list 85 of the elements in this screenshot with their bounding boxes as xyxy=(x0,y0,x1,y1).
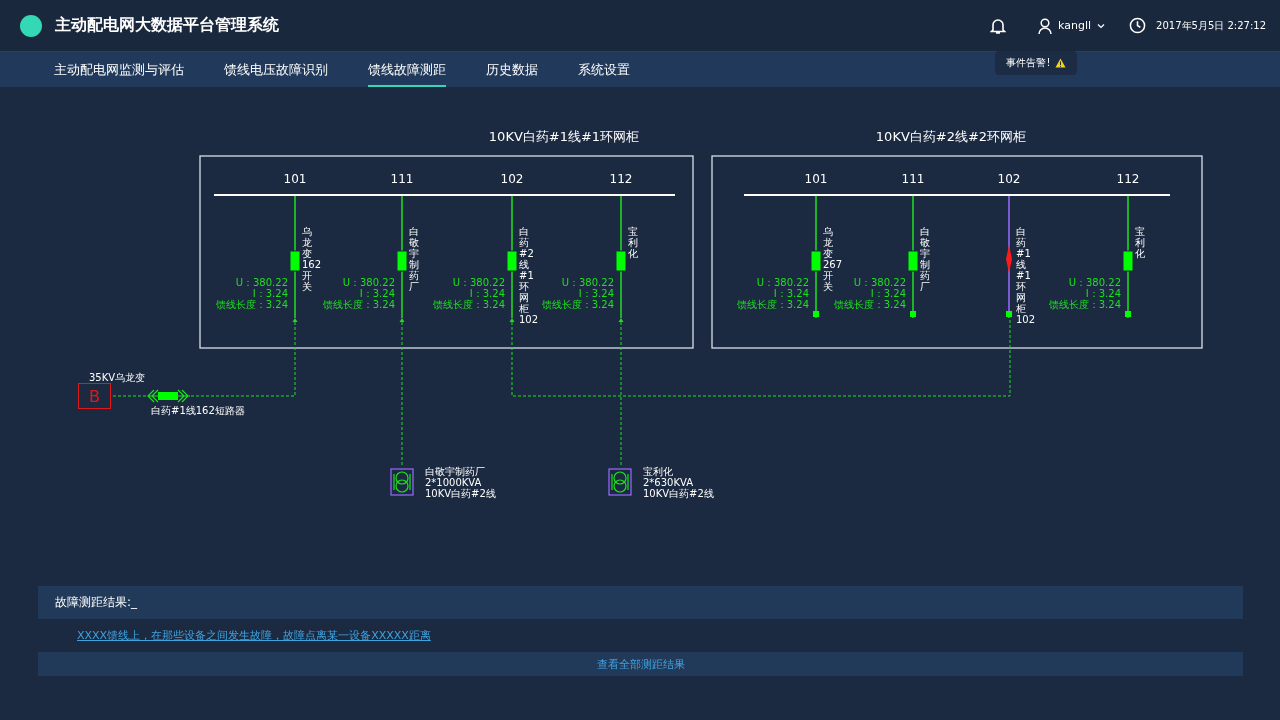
user-icon xyxy=(1038,17,1053,34)
cabinet-title: 10KV白药#1线#1环网柜 xyxy=(487,128,641,146)
feeder-reading: I：3.24 xyxy=(1085,288,1121,299)
transformer-label: 白敬宇制药厂 xyxy=(425,466,486,477)
feeder-number: 102 xyxy=(996,172,1022,186)
switch-icon[interactable] xyxy=(1122,250,1134,272)
terminal-icon xyxy=(1125,311,1131,317)
feeder-name: 白敬宇制药厂 xyxy=(920,226,930,292)
feeder-number: 112 xyxy=(608,172,634,186)
transformer-label: 2*630KVA xyxy=(643,477,695,488)
feeder-reading: 馈线长度：3.24 xyxy=(215,299,288,310)
terminal-arrow-icon xyxy=(292,318,298,322)
feeder-number: 111 xyxy=(389,172,415,186)
view-all-results-button[interactable]: 查看全部测距结果 xyxy=(38,652,1243,676)
transformer-label: 宝利化 xyxy=(643,466,674,477)
switch-icon[interactable] xyxy=(615,250,627,272)
transformer-icon[interactable] xyxy=(390,468,414,496)
breaker-icon[interactable] xyxy=(147,389,191,403)
feeder-name: 白药#1线#1环网柜102 xyxy=(1016,226,1036,325)
warning-icon xyxy=(1054,58,1066,68)
result-link[interactable]: XXXX馈线上，在那些设备之间发生故障，故障点离某一设备XXXXX距离 xyxy=(77,628,431,643)
terminal-icon xyxy=(813,311,819,317)
feeder-name: 白药#2线#1环网柜102 xyxy=(519,226,539,325)
feeder-name: 宝利化 xyxy=(1135,226,1145,259)
nav-tab[interactable]: 馈线故障测距 xyxy=(368,52,446,87)
nav-tab[interactable]: 系统设置 xyxy=(578,52,630,87)
nav-tab[interactable]: 馈线电压故障识别 xyxy=(224,52,328,87)
feeder-number: 101 xyxy=(803,172,829,186)
feeder-number: 111 xyxy=(900,172,926,186)
nav-tab[interactable]: 主动配电网监测与评估 xyxy=(54,52,184,87)
feeder-reading: 馈线长度：3.24 xyxy=(432,299,505,310)
transformer-label: 10KV白药#2线 xyxy=(425,488,496,499)
terminal-icon xyxy=(1006,311,1012,317)
source-label: 35KV乌龙变 xyxy=(89,371,146,385)
fault-switch-icon[interactable] xyxy=(1006,245,1012,273)
transformer-label: 2*1000KVA xyxy=(425,477,483,488)
app-title: 主动配电网大数据平台管理系统 xyxy=(55,15,279,36)
feeder-reading: U：380.22 xyxy=(235,277,288,288)
user-menu[interactable]: kangll xyxy=(1038,17,1106,34)
switch-icon[interactable] xyxy=(289,250,301,272)
switch-icon[interactable] xyxy=(396,250,408,272)
breaker-label: 白药#1线162短路器 xyxy=(151,404,245,418)
transformer-label: 10KV白药#2线 xyxy=(643,488,714,499)
feeder-reading: I：3.24 xyxy=(252,288,288,299)
terminal-icon xyxy=(910,311,916,317)
feeder-reading: I：3.24 xyxy=(870,288,906,299)
feeder-reading: U：380.22 xyxy=(452,277,505,288)
feeder-reading: 馈线长度：3.24 xyxy=(541,299,614,310)
terminal-arrow-icon xyxy=(399,318,405,322)
switch-icon[interactable] xyxy=(810,250,822,272)
feeder-reading: U：380.22 xyxy=(756,277,809,288)
feeder-reading: I：3.24 xyxy=(578,288,614,299)
feeder-reading: 馈线长度：3.24 xyxy=(1048,299,1121,310)
bell-icon[interactable] xyxy=(990,16,1007,35)
nav-tab[interactable]: 历史数据 xyxy=(486,52,538,87)
feeder-reading: U：380.22 xyxy=(342,277,395,288)
feeder-number: 112 xyxy=(1115,172,1141,186)
feeder-number: 102 xyxy=(499,172,525,186)
feeder-reading: U：380.22 xyxy=(1068,277,1121,288)
feeder-name: 宝利化 xyxy=(628,226,638,259)
result-heading: 故障测距结果:_ xyxy=(55,594,138,611)
feeder-number: 101 xyxy=(282,172,308,186)
caret-icon xyxy=(1097,22,1106,29)
date-time: 2017年5月5日 2:27:12 xyxy=(1156,18,1266,33)
feeder-reading: U：380.22 xyxy=(853,277,906,288)
feeder-reading: I：3.24 xyxy=(773,288,809,299)
feeder-name: 白敬宇制药厂 xyxy=(409,226,419,292)
connection-line xyxy=(111,395,147,397)
alert-tooltip: 事件告警! xyxy=(995,51,1077,75)
switch-icon[interactable] xyxy=(907,250,919,272)
terminal-arrow-icon xyxy=(618,318,624,322)
terminal-arrow-icon xyxy=(509,318,515,322)
feeder-reading: U：380.22 xyxy=(561,277,614,288)
logo-icon xyxy=(20,14,42,37)
feeder-reading: I：3.24 xyxy=(359,288,395,299)
switch-icon[interactable] xyxy=(506,250,518,272)
feeder-reading: 馈线长度：3.24 xyxy=(736,299,809,310)
feeder-name: 乌龙变162开关 xyxy=(302,226,322,292)
cabinet-title: 10KV白药#2线#2环网柜 xyxy=(874,128,1028,146)
feeder-name: 乌龙变267开关 xyxy=(823,226,843,292)
feeder-reading: 馈线长度：3.24 xyxy=(322,299,395,310)
transformer-icon[interactable] xyxy=(608,468,632,496)
feeder-reading: 馈线长度：3.24 xyxy=(833,299,906,310)
feeder-reading: I：3.24 xyxy=(469,288,505,299)
clock-icon xyxy=(1129,17,1147,34)
